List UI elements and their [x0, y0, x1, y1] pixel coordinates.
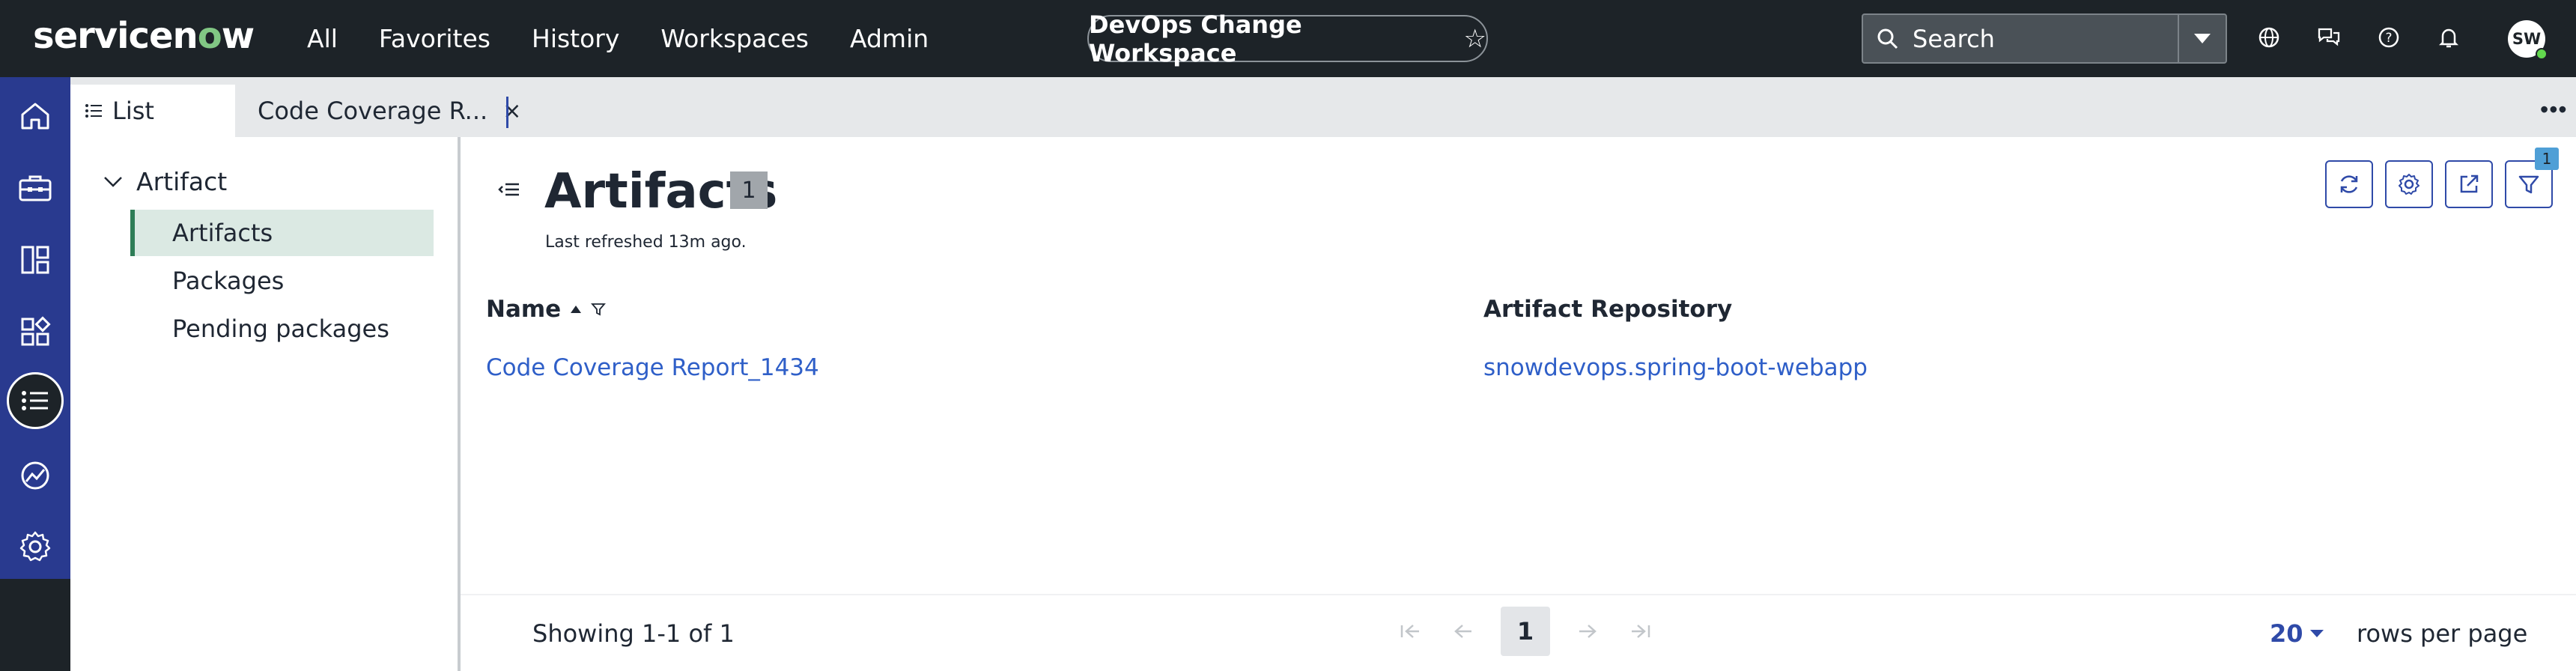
nav-favorites[interactable]: Favorites	[379, 24, 490, 53]
rail-analytics[interactable]	[0, 440, 70, 511]
tree-item-label: Artifacts	[172, 219, 273, 247]
global-search[interactable]: Search	[1862, 13, 2227, 64]
collapse-panel-icon[interactable]	[498, 182, 520, 201]
servicenow-logo[interactable]: servicenow	[33, 15, 255, 57]
tree-item-label: Packages	[172, 267, 285, 295]
left-rail	[0, 77, 70, 579]
nav-admin[interactable]: Admin	[850, 24, 929, 53]
search-scope-dropdown[interactable]	[2178, 15, 2226, 62]
tab-list-label: List	[112, 97, 154, 125]
column-header-label: Artifact Repository	[1483, 296, 1733, 323]
chevron-down-icon	[104, 176, 122, 187]
apps-icon	[21, 316, 51, 346]
tree-parent-label: Artifact	[136, 167, 228, 196]
tree-item-artifacts[interactable]: Artifacts	[130, 210, 434, 256]
bell-icon[interactable]	[2430, 19, 2467, 56]
last-refreshed-text: Last refreshed 13m ago.	[545, 233, 747, 252]
list-small-icon	[85, 104, 102, 118]
rail-workspace[interactable]	[0, 153, 70, 223]
previous-page-icon[interactable]	[1447, 615, 1480, 648]
chat-icon[interactable]	[2310, 19, 2348, 56]
dashboard-icon	[21, 246, 49, 274]
tab-bar: List Code Coverage R... ×	[70, 77, 2576, 137]
rail-dashboard[interactable]	[0, 225, 70, 295]
row-repository-link[interactable]: snowdevops.spring-boot-webapp	[1483, 354, 1868, 381]
rail-list[interactable]	[0, 365, 70, 436]
export-icon	[2460, 174, 2479, 193]
tree-parent-artifact[interactable]: Artifact	[103, 167, 227, 196]
pagination-summary: Showing 1-1 of 1	[532, 619, 735, 648]
svg-text:?: ?	[2385, 31, 2392, 46]
footer-divider	[461, 594, 2576, 595]
column-header-label: Name	[486, 296, 562, 323]
analytics-icon	[21, 461, 49, 490]
list-settings-button[interactable]	[2385, 160, 2433, 208]
filter-icon	[2518, 175, 2539, 194]
home-icon	[21, 103, 49, 130]
list-rail-button[interactable]	[7, 372, 64, 429]
nav-history[interactable]: History	[532, 24, 619, 53]
list-icon	[22, 391, 48, 410]
current-page-number[interactable]: 1	[1501, 607, 1550, 656]
tree-item-packages[interactable]: Packages	[130, 258, 434, 304]
briefcase-icon	[19, 175, 52, 201]
next-page-icon[interactable]	[1571, 615, 1604, 648]
star-icon[interactable]: ☆	[1464, 24, 1486, 54]
record-count-badge: 1	[730, 171, 768, 209]
search-icon	[1863, 15, 1913, 62]
tab-record-label: Code Coverage R...	[258, 97, 488, 125]
top-header: servicenow All Favorites History Workspa…	[0, 0, 2576, 77]
row-name-link[interactable]: Code Coverage Report_1434	[486, 354, 819, 381]
tree-item-label: Pending packages	[172, 315, 389, 343]
rail-apps[interactable]	[0, 297, 70, 367]
rail-home[interactable]	[0, 81, 70, 151]
caret-down-icon	[2309, 630, 2324, 637]
close-icon[interactable]: ×	[502, 98, 521, 124]
more-options-icon[interactable]: •••	[2540, 96, 2568, 124]
search-input[interactable]: Search	[1913, 25, 2178, 53]
rows-per-page-select[interactable]: 20	[2270, 619, 2324, 648]
nav-workspaces[interactable]: Workspaces	[660, 24, 809, 53]
tab-list[interactable]: List	[70, 85, 235, 137]
workspace-title: DevOps Change Workspace	[1089, 10, 1302, 67]
refresh-icon	[2340, 175, 2358, 193]
main-nav: All Favorites History Workspaces Admin	[307, 0, 929, 77]
tree-item-pending-packages[interactable]: Pending packages	[130, 306, 434, 352]
export-button[interactable]	[2445, 160, 2493, 208]
first-page-icon[interactable]	[1393, 615, 1426, 648]
rows-per-page-value: 20	[2270, 619, 2303, 648]
column-header-artifact-repository[interactable]: Artifact Repository	[1483, 296, 1732, 323]
filter-count-badge: 1	[2535, 148, 2559, 170]
tab-record[interactable]: Code Coverage R... ×	[258, 85, 521, 137]
gear-icon	[2399, 174, 2419, 195]
gear-icon	[19, 531, 51, 562]
column-filter-icon[interactable]	[591, 302, 607, 317]
list-tree-panel: Artifact Artifacts Packages Pending pack…	[70, 137, 460, 671]
rows-per-page-label: rows per page	[2357, 619, 2528, 648]
globe-icon[interactable]	[2250, 19, 2288, 56]
tab-divider	[506, 97, 508, 128]
refresh-button[interactable]	[2325, 160, 2373, 208]
last-page-icon[interactable]	[1625, 615, 1658, 648]
help-icon[interactable]: ?	[2370, 19, 2408, 56]
presence-status-dot	[2536, 48, 2548, 60]
header-icons: ?	[2250, 19, 2467, 56]
pagination-controls: 1	[1393, 607, 1658, 656]
column-header-name[interactable]: Name	[486, 296, 607, 323]
rail-settings[interactable]	[0, 511, 70, 582]
sort-ascending-icon[interactable]	[570, 305, 582, 314]
nav-all[interactable]: All	[307, 24, 338, 53]
rail-footer	[0, 579, 70, 671]
main-list-content: Artifacts 1 Last refreshed 13m ago. 1 Na…	[461, 137, 2576, 671]
workspace-title-pill[interactable]: DevOps Change Workspace ☆	[1087, 10, 1488, 67]
